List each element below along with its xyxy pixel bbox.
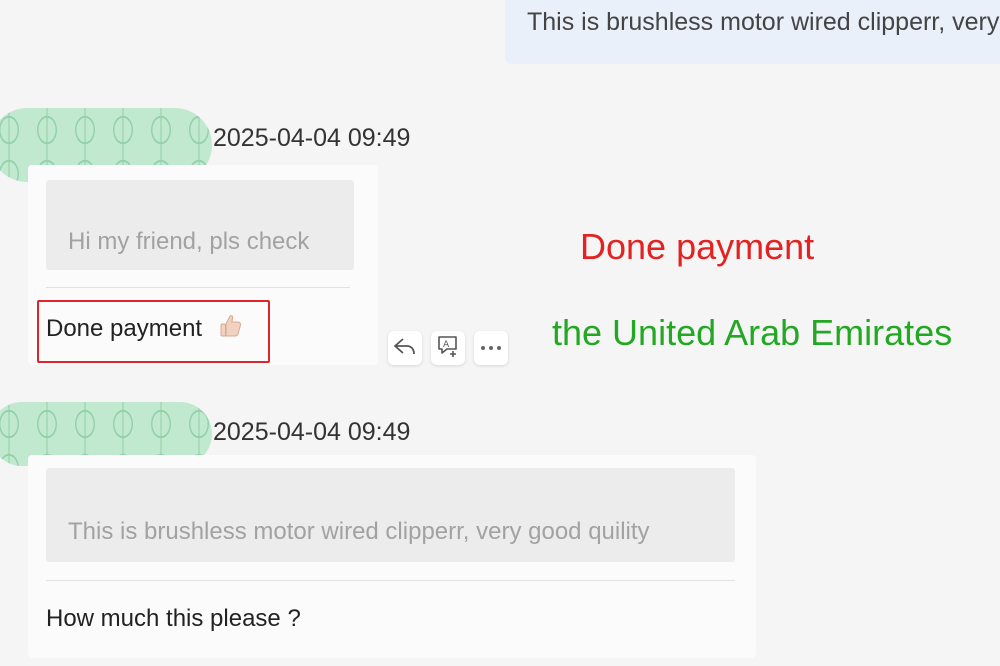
message-text-label: Done payment [46, 314, 203, 342]
thumbs-up-icon [219, 313, 243, 346]
reply-button[interactable] [388, 331, 422, 365]
message-text: Done payment [46, 313, 243, 346]
translate-icon: A [436, 334, 460, 363]
quote-divider [46, 580, 735, 581]
quoted-message[interactable]: This is brushless motor wired clipperr, … [46, 468, 735, 562]
outgoing-message-bubble: This is brushless motor wired clipperr, … [505, 0, 1000, 64]
more-button[interactable] [474, 331, 508, 365]
message-timestamp: 2025-04-04 09:49 [213, 124, 411, 152]
country-annotation: the United Arab Emirates [552, 312, 953, 353]
payment-annotation: Done payment [580, 226, 815, 267]
quote-divider [46, 287, 350, 288]
message-text: How much this please ? [46, 605, 301, 632]
quoted-message[interactable]: Hi my friend, pls check [46, 180, 354, 270]
svg-text:A: A [443, 340, 450, 350]
outgoing-message-text: This is brushless motor wired clipperr, … [527, 8, 1000, 36]
quoted-message-text: Hi my friend, pls check [68, 228, 310, 255]
message-timestamp: 2025-04-04 09:49 [213, 418, 411, 446]
reply-icon [393, 335, 417, 362]
quoted-message-text: This is brushless motor wired clipperr, … [68, 518, 650, 545]
translate-button[interactable]: A [431, 331, 465, 365]
more-icon [479, 339, 503, 357]
